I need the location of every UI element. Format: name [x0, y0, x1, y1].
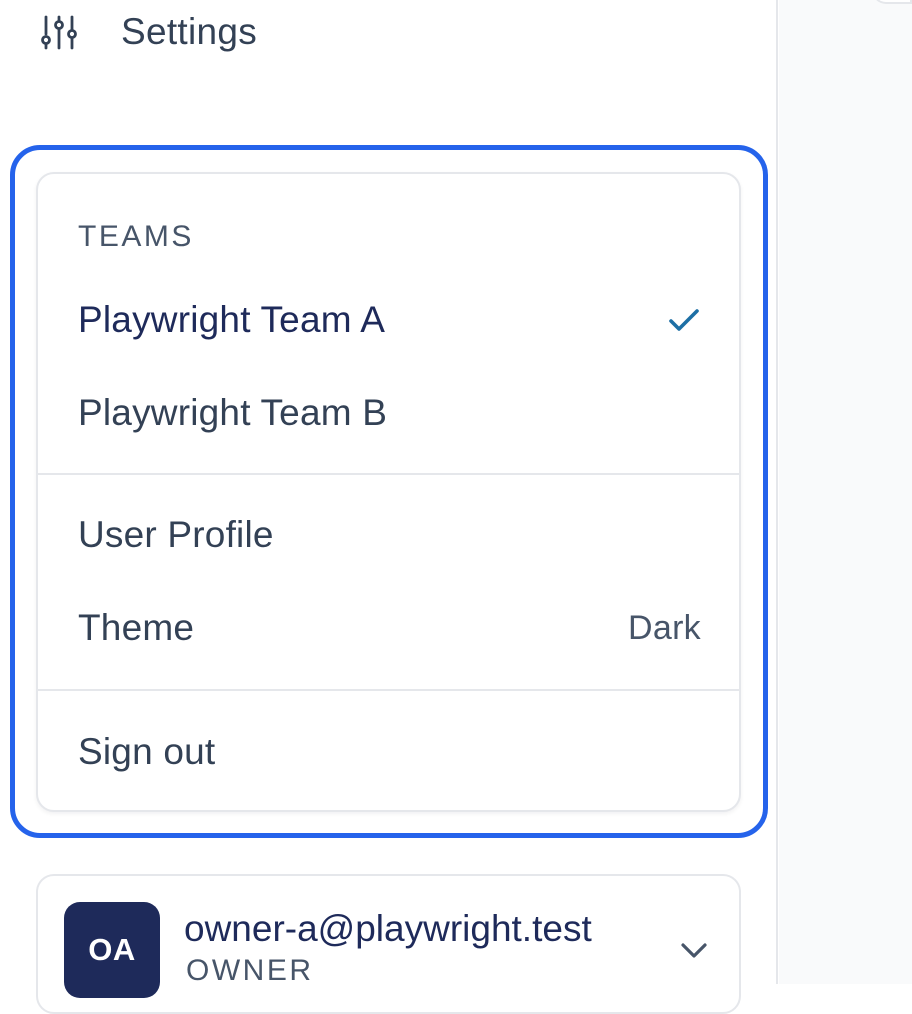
account-dropdown-menu: TEAMS Playwright Team A Playwright Team … — [36, 172, 741, 812]
sliders-icon — [40, 13, 78, 51]
user-role: OWNER — [186, 954, 314, 987]
teams-heading: TEAMS — [78, 220, 194, 253]
account-section: User Profile Theme Dark — [38, 475, 739, 691]
nav-item-settings[interactable]: Settings — [40, 8, 257, 56]
sign-out-section: Sign out — [38, 691, 739, 810]
team-option-label: Playwright Team A — [78, 299, 386, 340]
user-email: owner-a@playwright.test — [184, 908, 592, 949]
nav-item-settings-label: Settings — [121, 11, 258, 52]
sidebar: Settings TEAMS Playwright Team A Playwri… — [0, 0, 778, 1014]
check-icon — [667, 303, 701, 337]
theme-value: Dark — [628, 608, 701, 647]
team-option-b[interactable]: Playwright Team B — [78, 383, 701, 443]
team-option-a[interactable]: Playwright Team A — [78, 290, 701, 350]
panel-corner — [872, 0, 912, 4]
teams-section: TEAMS Playwright Team A Playwright Team … — [38, 174, 739, 475]
theme-item[interactable]: Theme Dark — [78, 598, 701, 658]
user-menu-button[interactable]: OA owner-a@playwright.test OWNER — [36, 874, 741, 1014]
sign-out-item[interactable]: Sign out — [78, 722, 701, 782]
theme-label: Theme — [78, 607, 195, 648]
main-content-area — [779, 0, 912, 984]
user-profile-item[interactable]: User Profile — [78, 505, 701, 565]
sign-out-label: Sign out — [78, 731, 216, 772]
user-profile-label: User Profile — [78, 514, 274, 555]
team-option-label: Playwright Team B — [78, 392, 388, 433]
